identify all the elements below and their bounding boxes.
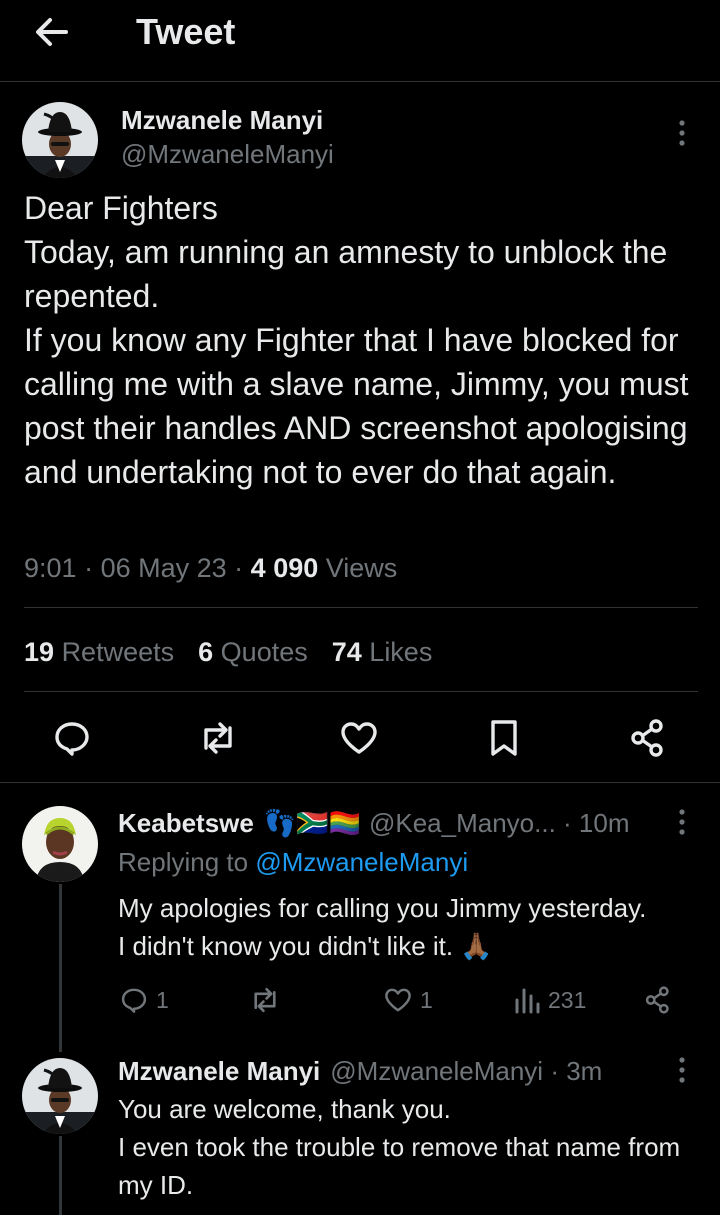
- top-app-bar: Tweet: [0, 0, 720, 82]
- arrow-left-icon: [36, 18, 68, 46]
- reply-icon: [121, 988, 147, 1013]
- reply-icon: [55, 722, 89, 756]
- reply-button[interactable]: [50, 716, 94, 760]
- reply-author-handle[interactable]: @Kea_Manyo...: [369, 807, 556, 839]
- reply-header: Mzwanele Manyi @MzwaneleManyi · 3m: [118, 1055, 602, 1087]
- retweets-count: 19: [24, 637, 55, 667]
- replying-handle-link[interactable]: @MzwaneleManyi: [255, 847, 468, 877]
- share-button[interactable]: [626, 716, 670, 760]
- heart-icon: [341, 722, 377, 754]
- thread-connector: [59, 1136, 62, 1215]
- reply-reply-button[interactable]: 1: [118, 980, 169, 1020]
- author-avatar[interactable]: [22, 102, 98, 178]
- like-count: 1: [420, 986, 433, 1013]
- more-vertical-icon: [679, 809, 685, 835]
- tweet-meta: 9:01 · 06 May 23 · 4 090 Views: [24, 550, 397, 586]
- tweet-text: Dear Fighters Today, am running an amnes…: [24, 190, 689, 490]
- likes-label: Likes: [369, 637, 433, 667]
- heart-icon: [385, 988, 411, 1012]
- reply-count: 1: [156, 986, 169, 1013]
- reply-more-button[interactable]: [672, 806, 692, 838]
- retweet-button[interactable]: [196, 716, 240, 760]
- engagement-stats: 19 Retweets 6 Quotes 74 Likes: [24, 634, 432, 670]
- name-emoji: 👣🇿🇦🏳️‍🌈: [263, 808, 361, 838]
- retweets-stat[interactable]: 19 Retweets: [24, 634, 174, 670]
- analytics-icon: [515, 988, 540, 1014]
- bookmark-icon: [491, 720, 517, 756]
- reply-author-avatar[interactable]: [22, 806, 98, 882]
- thread-connector: [59, 884, 62, 1052]
- reply-author-name[interactable]: Keabetswe: [118, 807, 254, 839]
- quotes-stat[interactable]: 6 Quotes: [198, 634, 308, 670]
- retweet-icon: [254, 987, 276, 1013]
- quotes-label: Quotes: [220, 637, 308, 667]
- reply-text: You are welcome, thank you. I even took …: [118, 1094, 681, 1200]
- reply-header: Keabetswe 👣🇿🇦🏳️‍🌈 @Kea_Manyo... · 10m: [118, 807, 629, 839]
- reply-retweet-button[interactable]: [248, 980, 282, 1020]
- back-button[interactable]: [32, 12, 72, 52]
- reply-more-button[interactable]: [672, 1054, 692, 1086]
- bookmark-button[interactable]: [482, 716, 526, 760]
- replying-prefix: Replying to: [118, 847, 249, 877]
- reply-action-bar: 1 1 231: [118, 980, 678, 1020]
- meta-separator: ·: [84, 553, 101, 583]
- meta-separator: ·: [543, 1056, 567, 1086]
- likes-count: 74: [331, 637, 362, 667]
- replying-to: Replying to @MzwaneleManyi: [118, 846, 468, 878]
- share-icon: [645, 986, 669, 1014]
- more-options-button[interactable]: [672, 117, 692, 149]
- likes-stat[interactable]: 74 Likes: [332, 634, 433, 670]
- reply-author-name[interactable]: Mzwanele Manyi: [118, 1055, 320, 1087]
- divider: [24, 607, 698, 608]
- reply-share-button[interactable]: [642, 980, 674, 1020]
- author-name[interactable]: Mzwanele Manyi: [121, 104, 323, 136]
- reply-text: My apologies for calling you Jimmy yeste…: [118, 893, 647, 961]
- page-title: Tweet: [136, 11, 236, 52]
- meta-separator: ·: [234, 553, 251, 583]
- meta-separator: ·: [555, 808, 579, 838]
- more-vertical-icon: [679, 120, 685, 146]
- retweet-icon: [204, 722, 232, 754]
- tweet-date: 06 May 23: [100, 553, 227, 583]
- view-count: 231: [548, 986, 587, 1013]
- like-button[interactable]: [337, 716, 381, 760]
- divider: [24, 691, 698, 692]
- reply-time: 10m: [578, 808, 630, 838]
- author-handle[interactable]: @MzwaneleManyi: [121, 138, 334, 170]
- reply-like-button[interactable]: 1: [382, 980, 433, 1020]
- tweet-time: 9:01: [24, 553, 77, 583]
- more-vertical-icon: [679, 1057, 685, 1083]
- quotes-count: 6: [198, 637, 214, 667]
- reply-author-avatar[interactable]: [22, 1058, 98, 1134]
- views-count: 4 090: [250, 553, 319, 583]
- reply-views-button[interactable]: 231: [514, 980, 586, 1020]
- share-icon: [631, 719, 663, 757]
- reply-time: 3m: [566, 1056, 603, 1086]
- retweets-label: Retweets: [61, 637, 175, 667]
- reply-author-handle[interactable]: @MzwaneleManyi: [330, 1055, 543, 1087]
- views-label: Views: [325, 553, 398, 583]
- divider: [0, 782, 720, 783]
